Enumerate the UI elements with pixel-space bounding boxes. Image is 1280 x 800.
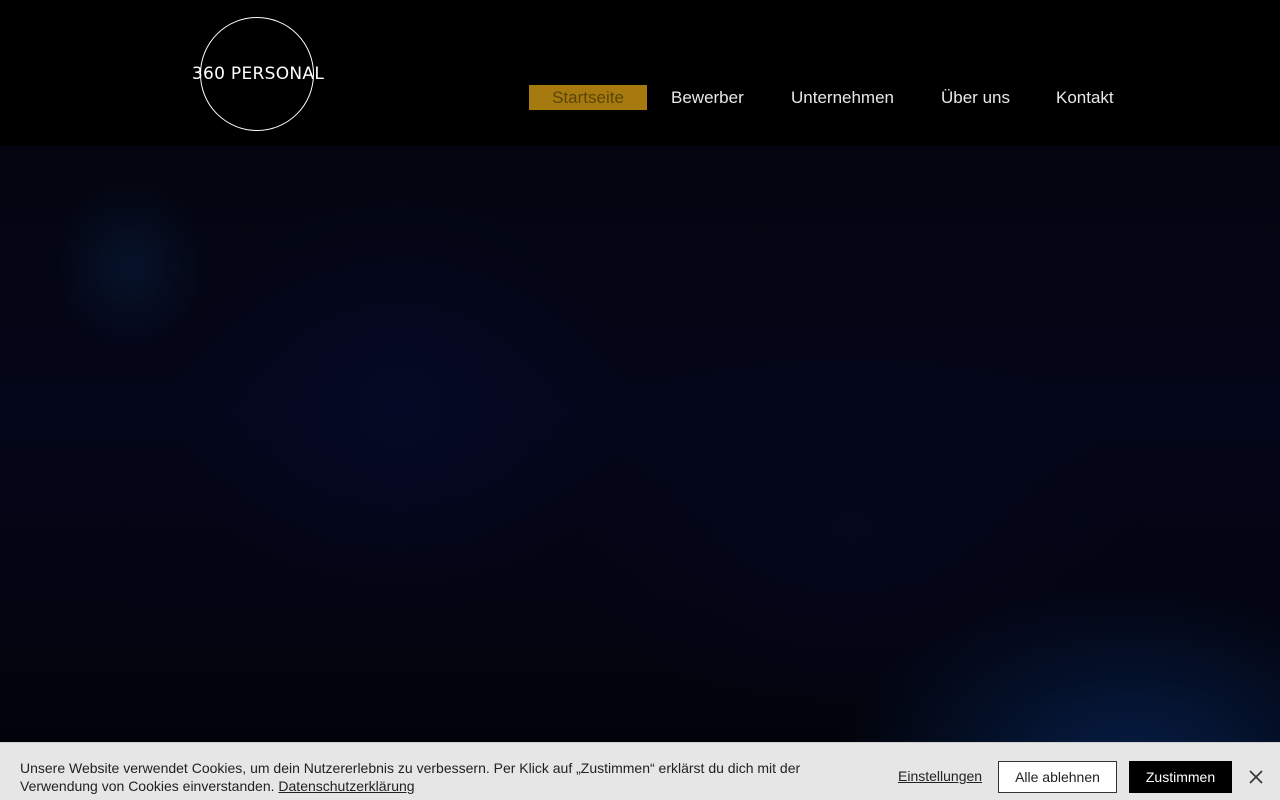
nav-item-kontakt[interactable]: Kontakt: [1056, 85, 1114, 110]
cookie-message: Unsere Website verwendet Cookies, um dei…: [20, 759, 850, 795]
logo-text[interactable]: 360 PERSONAL: [185, 64, 331, 84]
cookie-settings-link[interactable]: Einstellungen: [898, 768, 982, 784]
close-icon: [1249, 770, 1263, 784]
nav-item-startseite[interactable]: Startseite: [529, 85, 647, 110]
nav-item-ueber-uns[interactable]: Über uns: [941, 85, 1010, 110]
nav-item-unternehmen[interactable]: Unternehmen: [791, 85, 894, 110]
site-header: 360 PERSONAL Startseite Bewerber Unterne…: [0, 0, 1280, 146]
nav-item-bewerber[interactable]: Bewerber: [671, 85, 744, 110]
reject-all-button[interactable]: Alle ablehnen: [998, 761, 1117, 793]
privacy-policy-link[interactable]: Datenschutzerklärung: [278, 778, 414, 794]
cookie-banner: Unsere Website verwendet Cookies, um dei…: [0, 742, 1280, 800]
hero-background: [0, 146, 1280, 742]
close-banner-button[interactable]: [1246, 767, 1266, 787]
accept-button[interactable]: Zustimmen: [1129, 761, 1232, 793]
